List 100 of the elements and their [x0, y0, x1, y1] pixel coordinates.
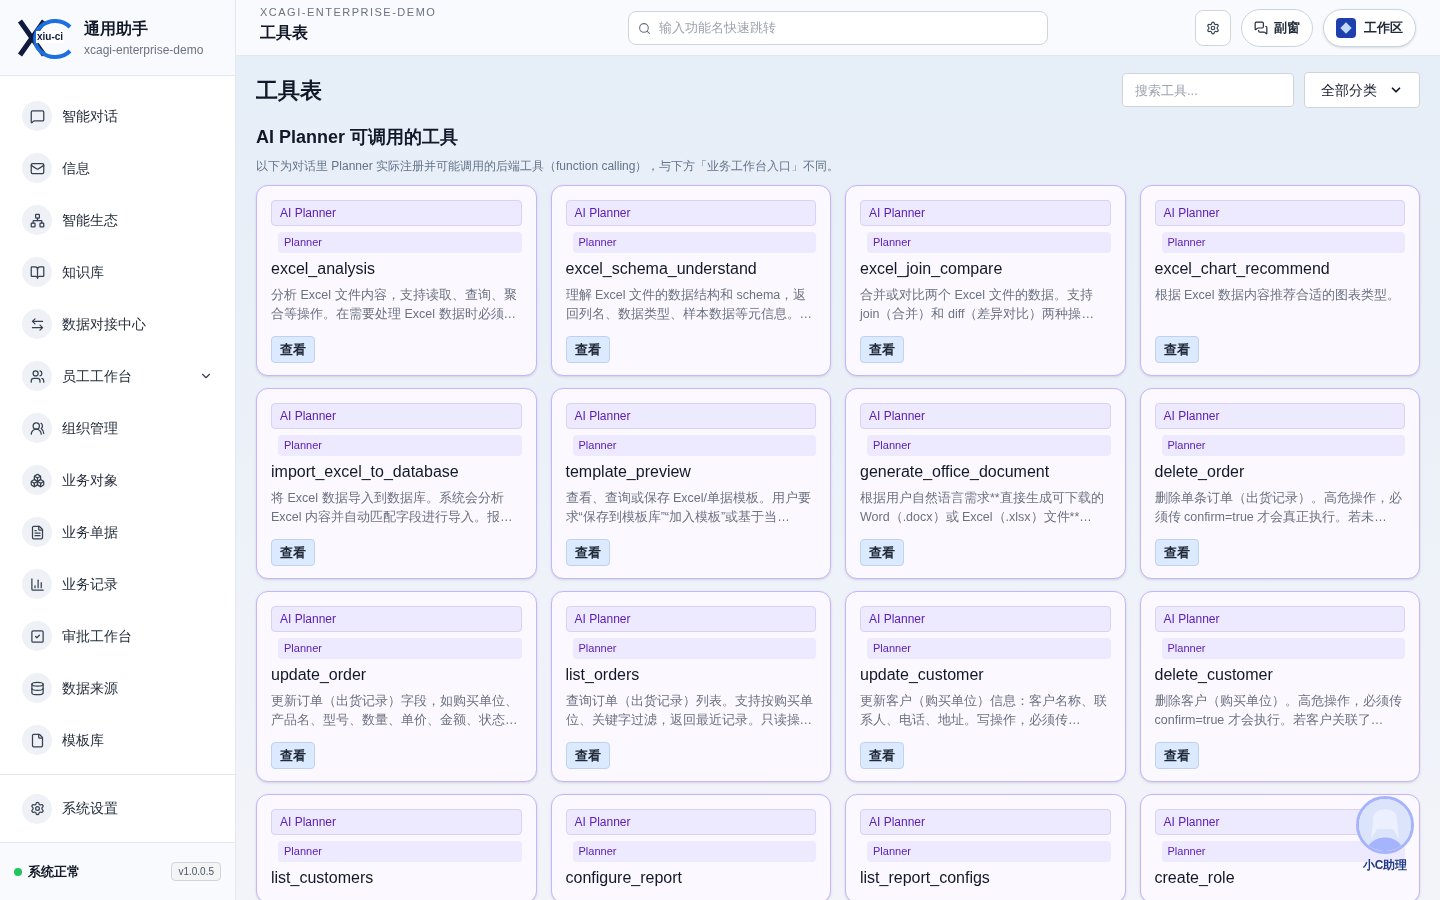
- bar-chart-icon: [22, 569, 52, 599]
- tag: Planner: [572, 638, 816, 659]
- nav-item[interactable]: 数据对接中心: [0, 298, 235, 350]
- tool-name: template_preview: [565, 461, 692, 482]
- tool-name: excel_analysis: [271, 258, 377, 279]
- tool-description: 理解 Excel 文件的数据结构和 schema，返回列名、数据类型、样本数据等元信息。…: [565, 286, 813, 323]
- nav-item[interactable]: 模板库: [0, 714, 235, 766]
- tool-description: 删除客户（购买单位）。高危操作，必须传 confirm=true 才会执行。若客户关联了…: [1154, 692, 1403, 729]
- view-button[interactable]: 查看: [860, 335, 904, 363]
- checkbox-icon: [22, 621, 52, 651]
- nav-item[interactable]: 员工工作台: [0, 350, 235, 402]
- nav-item[interactable]: 数据来源: [0, 662, 235, 714]
- database-icon: [22, 673, 52, 703]
- version-badge: v1.0.0.5: [171, 862, 221, 881]
- tag: Planner: [867, 232, 1111, 253]
- view-button[interactable]: 查看: [565, 335, 610, 363]
- settings-icon: [22, 793, 52, 824]
- tool-name: configure_report: [565, 867, 683, 888]
- tool-description: 分析 Excel 文件内容，支持读取、查询、聚合等操作。在需要处理 Excel 数据时必须…: [271, 286, 518, 323]
- settings-button[interactable]: [1195, 9, 1231, 46]
- tag: Planner: [867, 841, 1111, 862]
- chat-bubble-icon: [22, 101, 52, 131]
- tool-description: 根据用户自然语言需求**直接生成可下载的 Word（.docx）或 Excel（.xlsx）文件**…: [860, 489, 1105, 526]
- view-button[interactable]: 查看: [565, 538, 610, 566]
- arrows-icon: [22, 309, 52, 339]
- tag: AI Planner: [565, 200, 816, 226]
- tool-name: delete_customer: [1154, 664, 1274, 685]
- nav-item[interactable]: 信息: [0, 142, 235, 194]
- tag: Planner: [1161, 638, 1405, 659]
- nav-item[interactable]: 组织管理: [0, 402, 235, 454]
- view-button[interactable]: 查看: [1154, 335, 1199, 363]
- nav-item[interactable]: 智能生态: [0, 194, 235, 246]
- section-title: AI Planner 可调用的工具: [256, 126, 460, 149]
- tool-name: update_customer: [860, 664, 985, 685]
- workspace-button[interactable]: 工作区: [1323, 8, 1416, 47]
- document-icon: [22, 517, 52, 547]
- tag: AI Planner: [860, 606, 1111, 632]
- tag: AI Planner: [271, 403, 522, 429]
- tag: AI Planner: [1154, 606, 1405, 632]
- settings-icon: [1206, 20, 1220, 35]
- tag: Planner: [1161, 232, 1405, 253]
- tag: AI Planner: [271, 809, 522, 835]
- tool-name: import_excel_to_database: [271, 461, 460, 482]
- view-button[interactable]: 查看: [1154, 538, 1199, 566]
- tool-description: 更新订单（出货记录）字段，如购买单位、产品名、型号、数量、单价、金额、状态…: [271, 692, 519, 729]
- tag: Planner: [1161, 435, 1405, 456]
- status-label: 系统正常: [28, 862, 81, 881]
- tag: AI Planner: [860, 403, 1111, 429]
- users-icon: [22, 361, 52, 391]
- tool-name: excel_schema_understand: [565, 258, 758, 279]
- tool-name: excel_chart_recommend: [1154, 258, 1331, 279]
- breadcrumb: XCAGI-ENTERPRISE-DEMO: [260, 5, 438, 21]
- tag: AI Planner: [565, 606, 816, 632]
- tag: Planner: [867, 435, 1111, 456]
- nav-item[interactable]: 智能对话: [0, 90, 235, 142]
- side-window-button[interactable]: 副窗: [1241, 8, 1313, 47]
- tool-description: 更新客户（购买单位）信息：客户名称、联系人、电话、地址。写操作，必须传…: [860, 692, 1108, 729]
- view-button[interactable]: 查看: [271, 335, 315, 363]
- app-subtitle: xcagi-enterprise-demo: [84, 41, 204, 59]
- view-button[interactable]: 查看: [271, 538, 315, 566]
- tag: Planner: [572, 435, 816, 456]
- tool-description: 查看、查询或保存 Excel/单据模板。用户要求“保存到模板库”“加入模板”或基于当…: [565, 489, 812, 526]
- nav-item[interactable]: 知识库: [0, 246, 235, 298]
- search-icon: [638, 21, 651, 35]
- page-heading: 工具表: [260, 22, 309, 43]
- tool-name: list_customers: [271, 867, 375, 888]
- boxes-icon: [22, 465, 52, 495]
- nav-item[interactable]: 业务对象: [0, 454, 235, 506]
- tag: AI Planner: [1154, 200, 1405, 226]
- tool-name: delete_order: [1154, 461, 1246, 482]
- search-field[interactable]: 输入功能名快速跳转: [628, 10, 1048, 45]
- logo-text: xiu-ci: [36, 30, 65, 43]
- tag: Planner: [278, 435, 522, 456]
- page-title: 工具表: [256, 76, 323, 105]
- view-button[interactable]: 查看: [565, 741, 610, 769]
- tag: Planner: [572, 841, 816, 862]
- tag: AI Planner: [860, 809, 1111, 835]
- tag: AI Planner: [271, 606, 522, 632]
- view-button[interactable]: 查看: [271, 741, 315, 769]
- nav-item[interactable]: 审批工作台: [0, 610, 235, 662]
- tool-search-field[interactable]: 搜索工具...: [1122, 73, 1294, 107]
- tag: Planner: [572, 232, 816, 253]
- view-button[interactable]: 查看: [1154, 741, 1199, 769]
- view-button[interactable]: 查看: [860, 741, 904, 769]
- tool-name: excel_join_compare: [860, 258, 1004, 279]
- nav-item[interactable]: 业务记录: [0, 558, 235, 610]
- tag: Planner: [867, 638, 1111, 659]
- network-icon: [22, 205, 52, 235]
- app-name: 通用助手: [84, 18, 149, 39]
- tool-description: 将 Excel 数据导入到数据库。系统会分析 Excel 内容并自动匹配字段进行导入。报…: [271, 489, 514, 526]
- nav-item[interactable]: 业务单据: [0, 506, 235, 558]
- tag: AI Planner: [565, 809, 816, 835]
- tag: Planner: [278, 841, 522, 862]
- tool-name: list_report_configs: [860, 867, 991, 888]
- view-button[interactable]: 查看: [860, 538, 904, 566]
- category-select[interactable]: 全部分类: [1304, 72, 1420, 108]
- tool-name: list_orders: [565, 664, 641, 685]
- tag: Planner: [278, 232, 522, 253]
- tool-description: 根据 Excel 数据内容推荐合适的图表类型。: [1154, 286, 1401, 304]
- chat-icon: [1254, 20, 1268, 35]
